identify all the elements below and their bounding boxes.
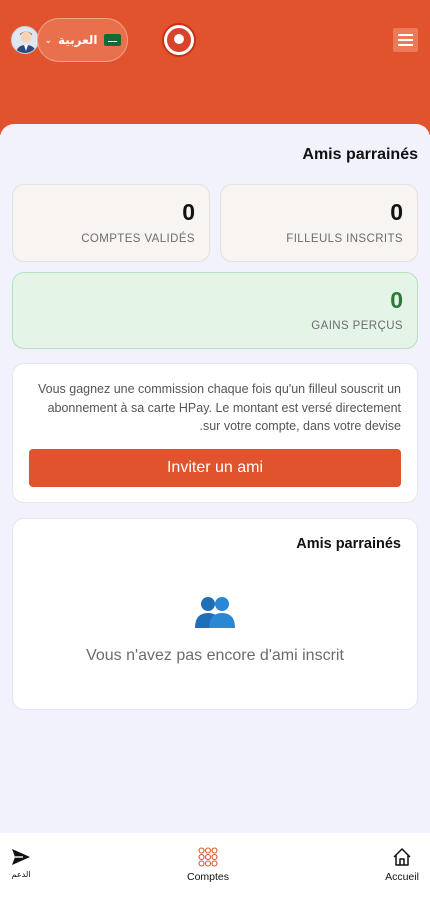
- nav-home[interactable]: Accueil: [382, 847, 422, 883]
- grid-dots-icon: [198, 847, 218, 867]
- validated-label: COMPTES VALIDÉS: [81, 233, 195, 245]
- user-avatar-icon[interactable]: [11, 26, 39, 54]
- nav-home-label: Accueil: [385, 871, 419, 883]
- bottom-navigation: الدعم Comptes Accueil: [0, 833, 430, 900]
- people-icon: [195, 597, 235, 628]
- chevron-down-icon: ⌄: [44, 34, 52, 45]
- empty-friends-message: Vous n'avez pas encore d'ami inscrit: [86, 647, 344, 664]
- nav-support[interactable]: الدعم: [6, 848, 36, 879]
- earnings-label: GAINS PERÇUS: [311, 320, 403, 332]
- language-label: العربية: [58, 33, 98, 47]
- friends-section-title: Amis parrainés: [296, 536, 401, 552]
- saudi-flag-icon: [103, 34, 121, 46]
- nav-accounts[interactable]: Comptes: [183, 847, 233, 883]
- hamburger-menu-icon[interactable]: [393, 28, 418, 52]
- brand-logo-icon[interactable]: [162, 23, 196, 57]
- earnings-card: 0 GAINS PERÇUS: [12, 272, 418, 349]
- referred-count: 0: [390, 199, 403, 225]
- send-icon: [12, 849, 30, 865]
- invite-friend-button[interactable]: Inviter un ami: [29, 449, 401, 487]
- referred-friends-card: Amis parrainés Vous n'avez pas encore d'…: [12, 518, 418, 710]
- referred-label: FILLEULS INSCRITS: [286, 233, 403, 245]
- language-selector[interactable]: ⌄ العربية: [37, 18, 128, 62]
- page-title: Amis parrainés: [302, 146, 418, 163]
- validated-count: 0: [182, 199, 195, 225]
- earnings-value: 0: [390, 287, 403, 313]
- home-icon: [393, 848, 411, 866]
- app-header: ⌄ العربية: [0, 0, 430, 135]
- nav-support-label: الدعم: [11, 870, 31, 879]
- commission-info-card: Vous gagnez une commission chaque fois q…: [12, 363, 418, 503]
- validated-accounts-card: 0 COMPTES VALIDÉS: [12, 184, 210, 262]
- referred-count-card: 0 FILLEULS INSCRITS: [220, 184, 418, 262]
- commission-info-text: Vous gagnez une commission chaque fois q…: [37, 382, 401, 433]
- nav-accounts-label: Comptes: [186, 871, 229, 883]
